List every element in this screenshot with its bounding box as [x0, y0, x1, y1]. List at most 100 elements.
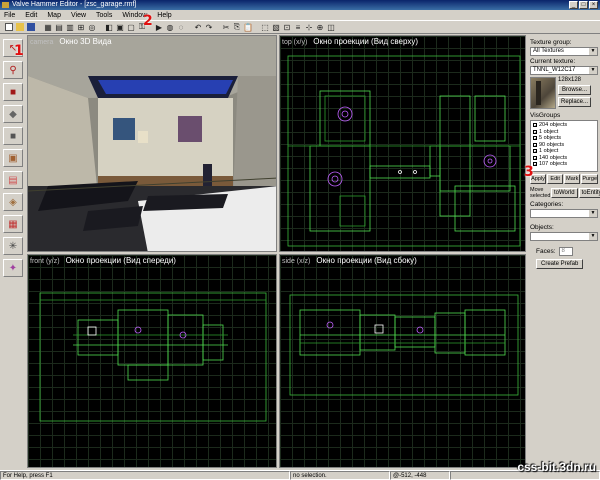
checkbox[interactable]: ✓ — [533, 123, 537, 128]
camera-tool-icon[interactable]: ■ — [3, 83, 23, 101]
menu-bar: File Edit Map View Tools Window Help — [0, 10, 600, 20]
texture-group-label: Texture group: — [530, 39, 572, 46]
paste-icon[interactable]: 📋 — [243, 22, 253, 32]
snap-icon[interactable]: ⊹ — [304, 22, 314, 32]
side-viewport[interactable]: side (x/z) Окно проекции (Вид сбоку) — [279, 254, 526, 468]
align-icon[interactable]: ≡ — [293, 22, 303, 32]
maximize-button[interactable]: □ — [579, 1, 588, 9]
current-texture-select[interactable]: TNNL_W12C17 ▼ — [530, 66, 598, 75]
objects-select[interactable]: ▼ — [530, 232, 598, 241]
center-views-icon[interactable]: ⊡ — [282, 22, 292, 32]
camera-viewport[interactable]: camera Окно 3D Вида — [27, 35, 277, 252]
current-texture-value: TNNL_W12C17 — [533, 67, 576, 73]
top-viewport[interactable]: top (x/y) Окно проекции (Вид сверху) — [279, 35, 526, 252]
cordon-icon[interactable]: ◫ — [326, 22, 336, 32]
texture-size: 128x128 — [558, 77, 582, 83]
viewport-tag: top (x/y) — [282, 39, 308, 46]
grid-larger-icon[interactable]: ▥ — [65, 22, 75, 32]
create-prefab-button[interactable]: Create Prefab — [536, 259, 584, 269]
zoom-icon[interactable]: ⊕ — [315, 22, 325, 32]
list-item-label: 1 object — [539, 128, 559, 135]
main-toolbar: ▦ ▤ ▥ ⊞ ◎ ◧ ▣ ▢ ⚿ ▶ ◍ ◌ ↶ ↷ ✂ ⎘ 📋 ⬚ ▧ ⊡ … — [0, 20, 600, 34]
chevron-down-icon: ▼ — [589, 67, 597, 74]
redo-icon[interactable]: ↷ — [204, 22, 214, 32]
chevron-down-icon: ▼ — [589, 48, 597, 55]
grid-toggle-icon[interactable]: ▦ — [43, 22, 53, 32]
texture-group-select[interactable]: All Textures ▼ — [530, 47, 598, 56]
3d-grid-icon[interactable]: ⊞ — [76, 22, 86, 32]
mark-button[interactable]: Mark — [564, 174, 581, 184]
viewport-tag: camera — [30, 39, 54, 46]
list-item[interactable]: ✓ 107 objects — [533, 161, 595, 168]
menu-help[interactable]: Help — [156, 12, 172, 19]
hide-items-icon[interactable]: ◍ — [165, 22, 175, 32]
texture-tool-icon[interactable]: ▣ — [3, 149, 23, 167]
front-viewport[interactable]: front (y/z) Окно проекции (Вид спереди) — [27, 254, 277, 468]
window-title: Valve Hammer Editor - [zsc_garage.rmf] — [12, 1, 137, 8]
categories-select[interactable]: ▼ — [530, 209, 598, 218]
browse-button[interactable]: Browse... — [558, 85, 592, 95]
grid-smaller-icon[interactable]: ▤ — [54, 22, 64, 32]
path-tool-icon[interactable]: ✦ — [3, 259, 23, 277]
menu-view[interactable]: View — [70, 12, 87, 19]
open-file-icon[interactable] — [15, 22, 25, 32]
list-item-label: 107 objects — [539, 161, 568, 168]
undo-icon[interactable]: ↶ — [193, 22, 203, 32]
copy-icon[interactable]: ⎘ — [232, 22, 242, 32]
front-wireframe — [39, 292, 267, 422]
group-icon[interactable]: ▣ — [115, 22, 125, 32]
apply-texture-icon[interactable]: ▤ — [3, 171, 23, 189]
close-button[interactable]: × — [589, 1, 598, 9]
replace-button[interactable]: Replace... — [558, 97, 592, 107]
app-icon — [2, 2, 9, 8]
run-map-icon[interactable]: ▶ — [154, 22, 164, 32]
ungroup-icon[interactable]: ▢ — [126, 22, 136, 32]
viewport-tag: front (y/z) — [30, 258, 60, 265]
texture-browser-icon[interactable]: ▧ — [271, 22, 281, 32]
visgroup-icon[interactable]: ◌ — [176, 22, 186, 32]
block-tool-icon[interactable]: ■ — [3, 127, 23, 145]
status-bar: For Help, press F1 no selection. @-512, … — [0, 470, 600, 480]
carve-icon[interactable]: ◧ — [104, 22, 114, 32]
viewport-title: Окно проекции (Вид сверху) — [313, 37, 419, 46]
magnify-tool-icon[interactable]: ⚲ — [3, 61, 23, 79]
chevron-down-icon: ▼ — [589, 233, 597, 240]
camera-viewport-label: camera Окно 3D Вида — [30, 37, 112, 46]
status-coords: @-512, -448 — [390, 471, 450, 480]
menu-map[interactable]: Map — [46, 12, 62, 19]
callout-1: 1 — [14, 43, 24, 59]
checkbox[interactable]: ✓ — [533, 136, 537, 141]
checkbox[interactable]: ✓ — [533, 142, 537, 147]
chevron-down-icon: ▼ — [589, 210, 597, 217]
to-entity-button[interactable]: toEntity — [578, 188, 600, 198]
faces-label: Faces: — [536, 248, 556, 255]
edit-button[interactable]: Edit — [547, 174, 564, 184]
visgroups-list[interactable]: ✓ 204 objects ✓ 1 object ✓ 5 objects ✓ 90 ob… — [530, 120, 598, 172]
list-item-label: 5 objects — [539, 135, 562, 142]
checkbox[interactable]: ✓ — [533, 149, 537, 154]
current-texture-label: Current texture: — [530, 58, 576, 65]
menu-edit[interactable]: Edit — [24, 12, 38, 19]
menu-tools[interactable]: Tools — [95, 12, 113, 19]
vertex-tool-icon[interactable]: ✳ — [3, 237, 23, 255]
menu-file[interactable]: File — [3, 12, 16, 19]
faces-input[interactable]: 8 — [558, 247, 573, 256]
viewport-title: Окно проекции (Вид спереди) — [65, 256, 176, 265]
new-file-icon[interactable] — [4, 22, 14, 32]
sizing-handle-icon[interactable]: ⬚ — [260, 22, 270, 32]
checkbox[interactable]: ✓ — [533, 155, 537, 160]
checkbox[interactable]: ✓ — [533, 129, 537, 134]
entity-tool-icon[interactable]: ◆ — [3, 105, 23, 123]
cut-icon[interactable]: ✂ — [221, 22, 231, 32]
visgroups-label: VisGroups — [530, 112, 561, 119]
categories-label: Categories: — [530, 201, 564, 208]
tool-palette: ↖ ⚲ ■ ◆ ■ ▣ ▤ ◈ ▦ ✳ ✦ — [0, 35, 26, 470]
to-world-button[interactable]: toWorld — [551, 188, 578, 198]
texture-panel: Texture group: All Textures ▼ Current te… — [528, 35, 600, 470]
helper-toggle-icon[interactable]: ◎ — [87, 22, 97, 32]
save-icon[interactable] — [26, 22, 36, 32]
minimize-button[interactable]: _ — [569, 1, 578, 9]
purge-button[interactable]: Purge — [581, 174, 599, 184]
decal-tool-icon[interactable]: ◈ — [3, 193, 23, 211]
clip-tool-icon[interactable]: ▦ — [3, 215, 23, 233]
